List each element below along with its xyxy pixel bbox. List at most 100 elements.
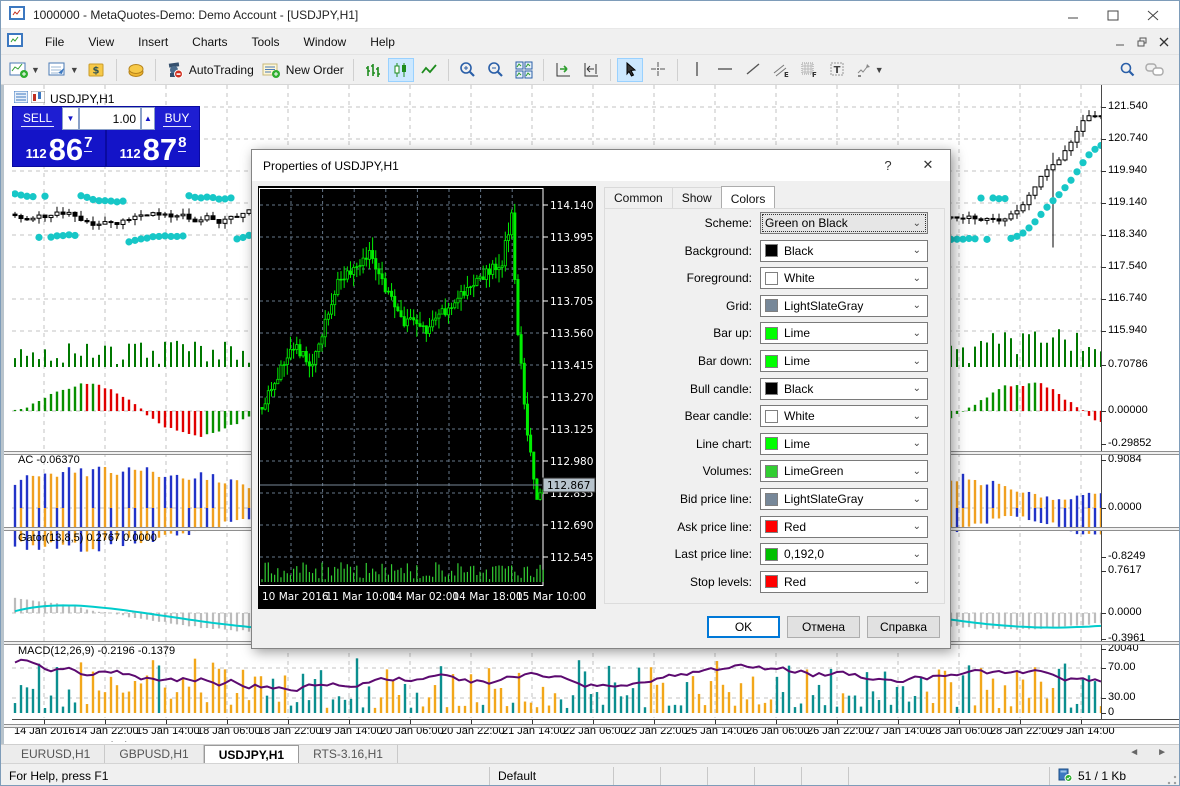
ok-button[interactable]: OK [707,616,780,638]
mini-chart-icon[interactable] [31,91,45,106]
chevron-down-icon[interactable]: ⌄ [913,273,921,284]
sell-price[interactable]: 112 86 7 [13,130,107,166]
tab-scroll-left-icon[interactable]: ◄ [1129,747,1139,758]
candlestick-button[interactable] [388,58,414,82]
autotrading-button[interactable]: AutoTrading [162,58,257,82]
chevron-down-icon[interactable]: ⌄ [913,521,921,532]
chevron-down-icon[interactable]: ⌄ [913,245,921,256]
pane-separator[interactable] [4,724,1180,728]
cancel-button[interactable]: Отмена [787,616,860,638]
combo-last-price-line[interactable]: 0,192,0⌄ [760,543,928,565]
child-close-icon[interactable] [1153,32,1175,52]
dialog-help-icon[interactable]: ? [868,150,908,180]
tab-colors[interactable]: Colors [721,186,776,210]
arrows-button[interactable]: ▼ [852,58,887,82]
volume-dropdown-icon[interactable]: ▼ [62,107,79,130]
chevron-down-icon[interactable]: ⌄ [913,576,921,587]
menu-item-tools[interactable]: Tools [240,31,292,53]
sell-button[interactable]: SELL [13,107,62,130]
search-button[interactable] [1114,58,1140,82]
tab-show[interactable]: Show [672,187,722,209]
bar-chart-button[interactable] [360,58,386,82]
combo-background[interactable]: Black⌄ [760,240,928,262]
tile-windows-button[interactable] [511,58,537,82]
combo-grid[interactable]: LightSlateGray⌄ [760,295,928,317]
chevron-down-icon[interactable]: ⌄ [913,466,921,477]
chart-shift-button[interactable] [578,58,604,82]
zoom-out-button[interactable] [483,58,509,82]
child-minimize-icon[interactable] [1109,32,1131,52]
combo-bear-candle[interactable]: White⌄ [760,405,928,427]
combo-bid-price-line[interactable]: LightSlateGray⌄ [760,488,928,510]
menu-item-window[interactable]: Window [292,31,359,53]
combo-stop-levels[interactable]: Red⌄ [760,571,928,593]
dialog-buttons: OK Отмена Справка [252,616,947,638]
volume-up-icon[interactable]: ▲ [141,107,155,130]
help-button[interactable]: Справка [867,616,940,638]
chart-tab-eurusd-h1[interactable]: EURUSD,H1 [7,745,105,763]
chevron-down-icon[interactable]: ⌄ [913,438,921,449]
chevron-down-icon[interactable]: ⌄ [913,300,921,311]
combo-volumes[interactable]: LimeGreen⌄ [760,460,928,482]
toolbar-separator [677,59,678,81]
tab-common[interactable]: Common [604,187,673,209]
menu-item-insert[interactable]: Insert [126,31,180,53]
minimize-icon[interactable] [1053,1,1093,29]
chart-tab-gbpusd-h1[interactable]: GBPUSD,H1 [105,745,203,763]
buy-price[interactable]: 112 87 8 [107,130,199,166]
horizontal-line-button[interactable] [712,58,738,82]
symbols-button[interactable]: $ [84,58,110,82]
menu-item-file[interactable]: File [33,31,76,53]
combo-line-chart[interactable]: Lime⌄ [760,433,928,455]
market-depth-icon[interactable] [14,91,28,106]
menu-item-view[interactable]: View [76,31,126,53]
window-title: 1000000 - MetaQuotes-Demo: Demo Account … [33,8,358,22]
color-field-row-bar-down: Bar down:Lime⌄ [604,350,945,372]
resize-grip[interactable] [1167,775,1177,785]
combo-bar-up[interactable]: Lime⌄ [760,322,928,344]
equidistant-channel-button[interactable]: E [768,58,794,82]
chevron-down-icon[interactable]: ⌄ [913,356,921,367]
price-tick-label: 116.740 [1108,292,1147,304]
new-order-button[interactable]: New Order [259,58,347,82]
volume-input[interactable]: 1.00 [79,107,141,130]
combo-bar-down[interactable]: Lime⌄ [760,350,928,372]
chevron-down-icon[interactable]: ⌄ [913,494,921,505]
chevron-down-icon[interactable]: ⌄ [913,411,921,422]
history-center-button[interactable] [123,58,149,82]
chart-tab-usdjpy-h1[interactable]: USDJPY,H1 [204,745,299,763]
trendline-button[interactable] [740,58,766,82]
chat-button[interactable] [1142,58,1168,82]
crosshair-button[interactable] [645,58,671,82]
combo-ask-price-line[interactable]: Red⌄ [760,516,928,538]
toolbar-separator [610,59,611,81]
auto-scroll-button[interactable] [550,58,576,82]
dialog-title-bar[interactable]: Properties of USDJPY,H1 ? ✕ [252,150,950,181]
profiles-button[interactable]: ▼ [45,58,82,82]
combo-foreground[interactable]: White⌄ [760,267,928,289]
chart-tab-rts-3-16-h1[interactable]: RTS-3.16,H1 [299,745,398,763]
close-icon[interactable] [1133,1,1173,29]
status-profile[interactable]: Default [489,767,613,785]
cursor-button[interactable] [617,58,643,82]
dialog-close-icon[interactable]: ✕ [908,150,948,180]
new-chart-button[interactable]: ▼ [6,58,43,82]
vertical-line-button[interactable] [684,58,710,82]
chevron-down-icon[interactable]: ⌄ [913,328,921,339]
text-button[interactable]: T [824,58,850,82]
child-restore-icon[interactable] [1131,32,1153,52]
field-label-grid: Grid: [726,299,752,313]
fibo-grid-button[interactable]: F [796,58,822,82]
zoom-in-button[interactable] [455,58,481,82]
buy-button[interactable]: BUY [155,107,199,130]
maximize-icon[interactable] [1093,1,1133,29]
menu-item-charts[interactable]: Charts [180,31,239,53]
chevron-down-icon[interactable]: ⌄ [913,549,921,560]
chevron-down-icon[interactable]: ⌄ [913,218,921,229]
line-chart-button[interactable] [416,58,442,82]
combo-scheme[interactable]: Green on Black⌄ [760,212,928,234]
combo-bull-candle[interactable]: Black⌄ [760,378,928,400]
chevron-down-icon[interactable]: ⌄ [913,383,921,394]
menu-item-help[interactable]: Help [358,31,407,53]
tab-scroll-right-icon[interactable]: ► [1157,747,1167,758]
